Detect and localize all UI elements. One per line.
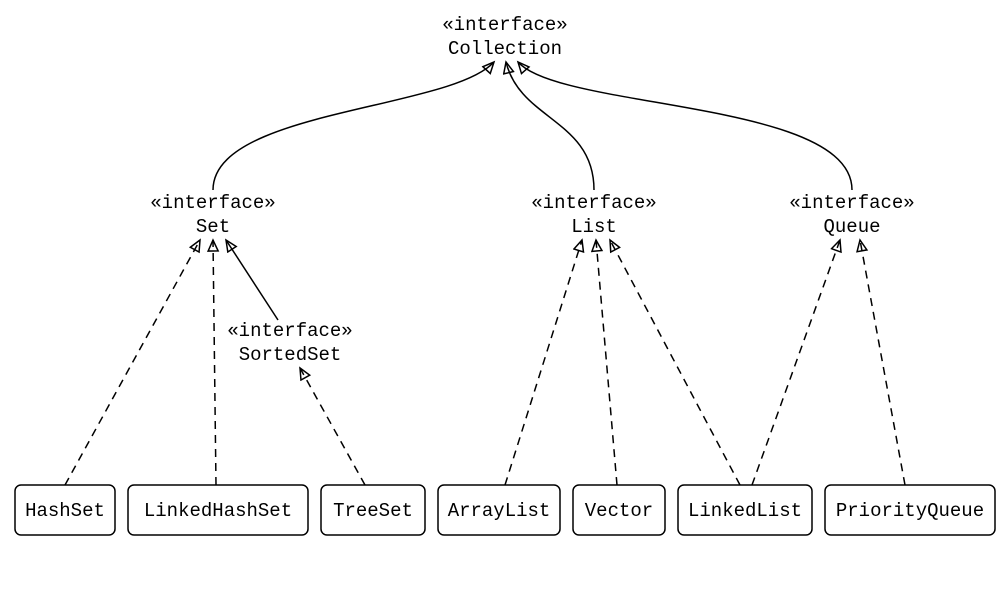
edge-treeset-sortedset	[300, 368, 365, 485]
edge-set-collection	[213, 62, 494, 190]
linkedhashset-label: LinkedHashSet	[144, 500, 292, 522]
edge-list-collection	[506, 62, 594, 190]
node-list: «interface» List	[531, 192, 656, 238]
edge-linkedlist-queue	[752, 240, 840, 485]
node-linkedlist: LinkedList	[678, 485, 812, 535]
node-sortedset: «interface» SortedSet	[227, 320, 352, 366]
edge-priorityqueue-queue	[860, 240, 905, 485]
node-priorityqueue: PriorityQueue	[825, 485, 995, 535]
node-collection: «interface» Collection	[442, 14, 567, 60]
node-queue: «interface» Queue	[789, 192, 914, 238]
node-set: «interface» Set	[150, 192, 275, 238]
queue-label: Queue	[823, 216, 880, 238]
stereotype-label: «interface»	[789, 192, 914, 214]
priorityqueue-label: PriorityQueue	[836, 500, 984, 522]
stereotype-label: «interface»	[227, 320, 352, 342]
stereotype-label: «interface»	[150, 192, 275, 214]
linkedlist-label: LinkedList	[688, 500, 802, 522]
collection-label: Collection	[448, 38, 562, 60]
edge-arraylist-list	[505, 240, 582, 485]
stereotype-label: «interface»	[531, 192, 656, 214]
edge-hashset-set	[65, 240, 200, 485]
edge-vector-list	[596, 240, 617, 485]
vector-label: Vector	[585, 500, 653, 522]
list-label: List	[571, 216, 617, 238]
edge-linkedlist-list	[610, 240, 740, 485]
node-linkedhashset: LinkedHashSet	[128, 485, 308, 535]
sortedset-label: SortedSet	[239, 344, 342, 366]
set-label: Set	[196, 216, 230, 238]
hashset-label: HashSet	[25, 500, 105, 522]
node-treeset: TreeSet	[321, 485, 425, 535]
node-arraylist: ArrayList	[438, 485, 560, 535]
node-hashset: HashSet	[15, 485, 115, 535]
edge-queue-collection	[518, 62, 852, 190]
collection-hierarchy-diagram: «interface» Collection «interface» Set «…	[0, 0, 1008, 597]
node-vector: Vector	[573, 485, 665, 535]
arraylist-label: ArrayList	[448, 500, 551, 522]
stereotype-label: «interface»	[442, 14, 567, 36]
treeset-label: TreeSet	[333, 500, 413, 522]
edge-sortedset-set	[226, 240, 278, 320]
edge-linkedhashset-set	[213, 240, 216, 485]
